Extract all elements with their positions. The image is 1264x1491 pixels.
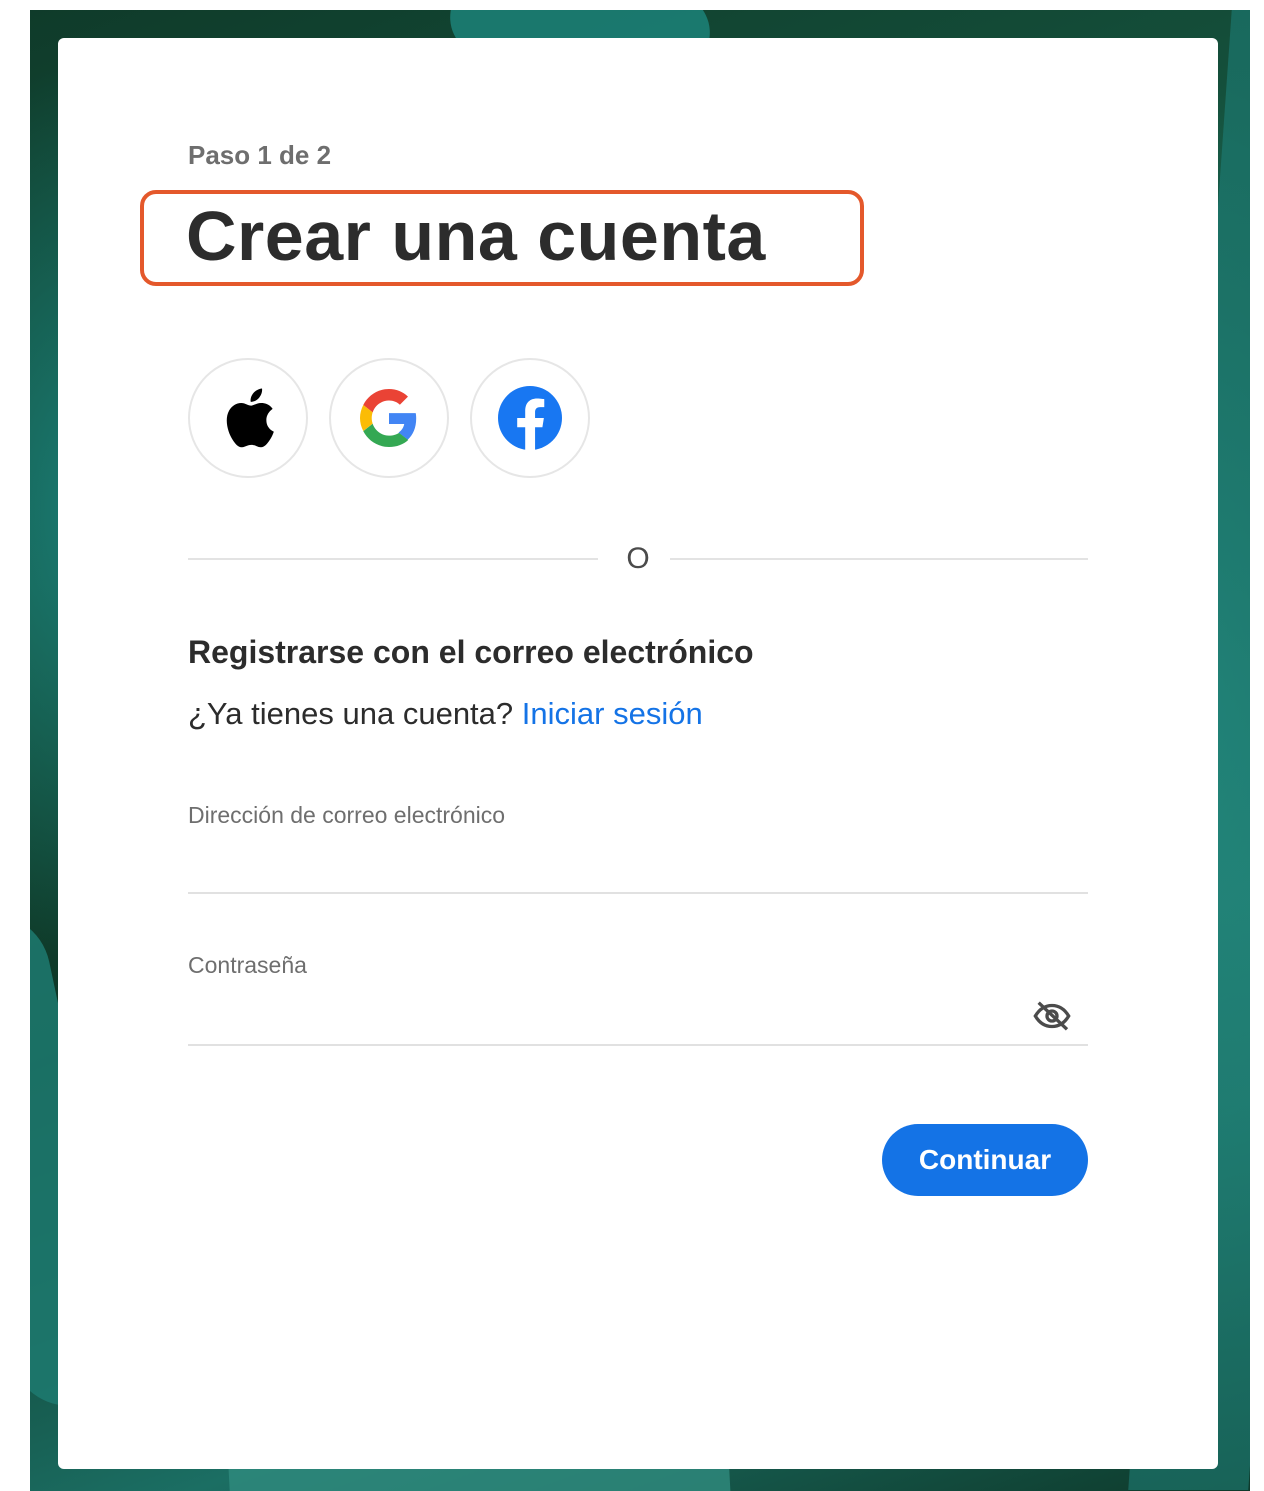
apple-signin-button[interactable] [188, 358, 308, 478]
page-title: Crear una cuenta [186, 197, 766, 275]
divider-text: O [626, 542, 650, 575]
password-label: Contraseña [188, 952, 307, 978]
password-visibility-toggle[interactable] [1032, 996, 1072, 1036]
apple-icon [226, 388, 274, 448]
have-account-text: ¿Ya tienes una cuenta? [188, 696, 514, 731]
facebook-icon [498, 386, 562, 450]
email-signup-heading: Registrarse con el correo electrónico [188, 634, 754, 670]
sign-in-link[interactable]: Iniciar sesión [522, 696, 703, 731]
divider-line [188, 558, 598, 560]
facebook-signin-button[interactable] [470, 358, 590, 478]
signup-card: Paso 1 de 2 Crear una cuenta O Registrar… [58, 38, 1218, 1469]
eye-slash-icon [1033, 1001, 1071, 1031]
divider-line [670, 558, 1088, 560]
google-signin-button[interactable] [329, 358, 449, 478]
password-field[interactable] [188, 996, 1088, 1046]
step-indicator: Paso 1 de 2 [188, 140, 332, 170]
have-account-row: ¿Ya tienes una cuenta? Iniciar sesión [188, 696, 703, 732]
email-field[interactable] [188, 844, 1088, 894]
google-icon [360, 389, 417, 447]
continue-button[interactable]: Continuar [882, 1124, 1088, 1196]
email-label: Dirección de correo electrónico [188, 802, 506, 828]
